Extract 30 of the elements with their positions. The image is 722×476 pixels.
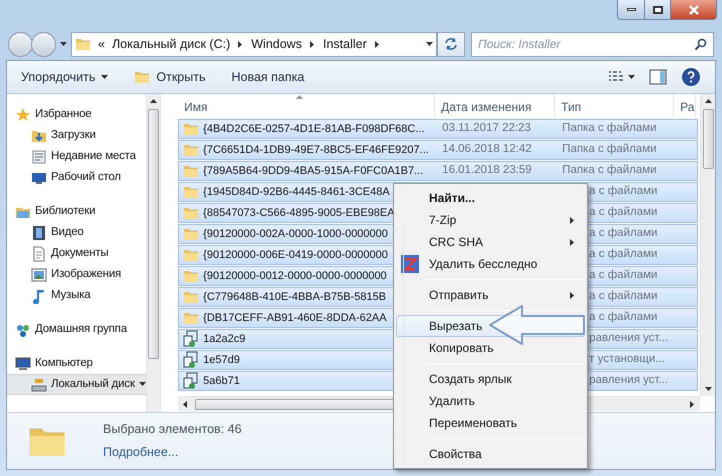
file-name: 1e57d9 bbox=[203, 352, 240, 368]
file-name: {4B4D2C6E-0257-4D1E-81AB-F098DF68C... bbox=[203, 122, 425, 137]
file-name: {90120000-0012-0000-0000-0000000 bbox=[203, 268, 387, 284]
file-name: 5a6b71 bbox=[203, 374, 240, 389]
file-type: а с файлами bbox=[589, 227, 658, 240]
file-type: а с файлами bbox=[589, 269, 658, 282]
file-date: 16.01.2018 23:59 bbox=[442, 164, 532, 176]
file-type: Папка с файлами bbox=[562, 122, 657, 134]
file-name: {DB17CEFF-AB91-460E-8DDA-62AA bbox=[203, 310, 387, 326]
file-type: равления уст... bbox=[589, 374, 668, 386]
file-type: равления уст... bbox=[589, 332, 668, 344]
selection-count: Выбрано элементов: 46 bbox=[103, 421, 242, 438]
file-name: {1945D84D-92B6-4445-8461-3CE48A bbox=[203, 184, 390, 200]
file-date: 14.06.2018 12:42 bbox=[442, 143, 532, 156]
file-type: а с файлами bbox=[589, 311, 658, 324]
file-name: {90120000-002A-0000-1000-0000000 bbox=[203, 226, 388, 242]
file-type: а с файлами bbox=[589, 185, 658, 198]
file-type: а с файлами bbox=[589, 206, 658, 218]
file-name: {88547073-C566-4895-9005-EBE98EA bbox=[203, 206, 395, 221]
file-name: {90120000-006E-0419-0000-0000000 bbox=[203, 248, 388, 263]
file-name: {C779648B-410E-4BBA-B75B-5815B bbox=[203, 290, 386, 305]
file-type: т установщи... bbox=[589, 353, 665, 366]
file-type: а с файлами bbox=[589, 290, 658, 302]
file-type: Папка с файлами bbox=[562, 143, 657, 156]
file-date: 03.11.2017 22:23 bbox=[442, 122, 531, 134]
file-name: {789A5B64-9DD9-4BA5-915A-F0FC0A1B7... bbox=[203, 164, 424, 179]
file-type: а с файлами bbox=[589, 248, 658, 260]
file-type: Папка с файлами bbox=[562, 164, 657, 176]
file-name: {7C6651D4-1DB9-49E7-8BC5-EF46FE9207... bbox=[203, 142, 429, 158]
file-name: 1a2a2c9 bbox=[203, 332, 246, 347]
